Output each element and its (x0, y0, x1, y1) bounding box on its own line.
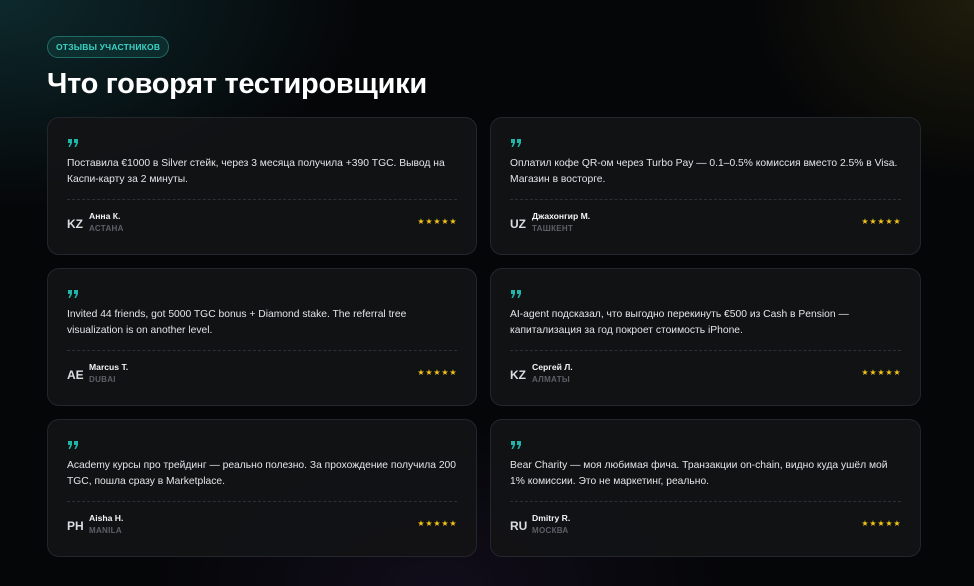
reviewer: Анна К. АСТАНА (89, 210, 124, 236)
star-icon: ★ (425, 217, 433, 226)
star-icon: ★ (425, 519, 433, 528)
reviewer-name: Джахонгир М. (532, 211, 591, 221)
section-badge: ОТЗЫВЫ УЧАСТНИКОВ (47, 36, 170, 58)
reviewer-name: Анна К. (89, 211, 121, 221)
star-icon: ★ (433, 217, 441, 226)
star-icon: ★ (861, 217, 869, 226)
reviewer: Aisha H. MANILA (89, 512, 123, 538)
rating-stars: ★ ★ ★ ★ ★ (861, 217, 901, 227)
review-text: Оплатил кофе QR-ом через Turbo Pay — 0.1… (510, 158, 898, 185)
star-icon: ★ (893, 217, 901, 226)
review-text: Academy курсы про трейдинг — реально пол… (67, 460, 457, 487)
reviews-grid: Поставила €1000 в Silver стейк, через 3 … (47, 117, 921, 557)
section-title: Что говорят тестировщики (47, 68, 427, 100)
reviewer-city: MANILA (89, 526, 122, 535)
star-icon: ★ (877, 217, 885, 226)
star-icon: ★ (417, 519, 425, 528)
star-icon: ★ (877, 368, 885, 377)
review-card: Bear Charity — моя любимая фича. Транзак… (490, 419, 921, 557)
reviewer-name: Dmitry R. (532, 513, 571, 523)
star-icon: ★ (441, 519, 449, 528)
star-icon: ★ (417, 217, 425, 226)
country-code: KZ (67, 217, 83, 231)
star-icon: ★ (441, 217, 449, 226)
star-icon: ★ (869, 217, 877, 226)
star-icon: ★ (861, 368, 869, 377)
divider (67, 199, 457, 200)
reviewer-city: МОСКВА (532, 526, 569, 535)
country-code: AE (67, 368, 84, 382)
divider (510, 199, 901, 200)
review-text: AI-agent подсказал, что выгодно перекину… (510, 309, 849, 336)
star-icon: ★ (449, 368, 457, 377)
quote-icon (511, 441, 521, 449)
rating-stars: ★ ★ ★ ★ ★ (417, 519, 457, 529)
reviewer: Сергей Л. АЛМАТЫ (532, 361, 573, 387)
review-text: Invited 44 friends, got 5000 TGC bonus +… (67, 309, 407, 336)
star-icon: ★ (893, 519, 901, 528)
rating-stars: ★ ★ ★ ★ ★ (861, 368, 901, 378)
quote-icon (68, 139, 78, 147)
review-card: Academy курсы про трейдинг — реально пол… (47, 419, 477, 557)
star-icon: ★ (869, 519, 877, 528)
star-icon: ★ (885, 217, 893, 226)
country-code: KZ (510, 368, 526, 382)
quote-icon (511, 290, 521, 298)
star-icon: ★ (449, 217, 457, 226)
review-card: Поставила €1000 в Silver стейк, через 3 … (47, 117, 477, 255)
review-card: AI-agent подсказал, что выгодно перекину… (490, 268, 921, 406)
divider (510, 350, 901, 351)
review-card: Invited 44 friends, got 5000 TGC bonus +… (47, 268, 477, 406)
country-code: RU (510, 519, 528, 533)
star-icon: ★ (861, 519, 869, 528)
star-icon: ★ (441, 368, 449, 377)
reviewer-city: ТАШКЕНТ (532, 224, 574, 233)
divider (67, 350, 457, 351)
reviewer-city: DUBAI (89, 375, 116, 384)
reviewer-name: Aisha H. (89, 513, 124, 523)
review-text: Поставила €1000 в Silver стейк, через 3 … (67, 158, 445, 185)
star-icon: ★ (885, 368, 893, 377)
star-icon: ★ (433, 368, 441, 377)
star-icon: ★ (433, 519, 441, 528)
reviewer: Dmitry R. МОСКВА (532, 512, 570, 538)
star-icon: ★ (869, 368, 877, 377)
rating-stars: ★ ★ ★ ★ ★ (417, 217, 457, 227)
quote-icon (511, 139, 521, 147)
rating-stars: ★ ★ ★ ★ ★ (861, 519, 901, 529)
review-text: Bear Charity — моя любимая фича. Транзак… (510, 460, 888, 487)
country-code: UZ (510, 217, 526, 231)
reviewer-name: Marcus T. (89, 362, 129, 372)
quote-icon (68, 290, 78, 298)
reviewer-name: Сергей Л. (532, 362, 573, 372)
quote-icon (68, 441, 78, 449)
country-code: PH (67, 519, 84, 533)
rating-stars: ★ ★ ★ ★ ★ (417, 368, 457, 378)
divider (67, 501, 457, 502)
star-icon: ★ (449, 519, 457, 528)
star-icon: ★ (877, 519, 885, 528)
star-icon: ★ (425, 368, 433, 377)
reviewer: Marcus T. DUBAI (89, 361, 128, 387)
review-card: Оплатил кофе QR-ом через Turbo Pay — 0.1… (490, 117, 921, 255)
reviewer: Джахонгир М. ТАШКЕНТ (532, 210, 590, 236)
divider (510, 501, 901, 502)
star-icon: ★ (885, 519, 893, 528)
reviewer-city: АСТАНА (89, 224, 124, 233)
star-icon: ★ (893, 368, 901, 377)
star-icon: ★ (417, 368, 425, 377)
reviewer-city: АЛМАТЫ (532, 375, 571, 384)
